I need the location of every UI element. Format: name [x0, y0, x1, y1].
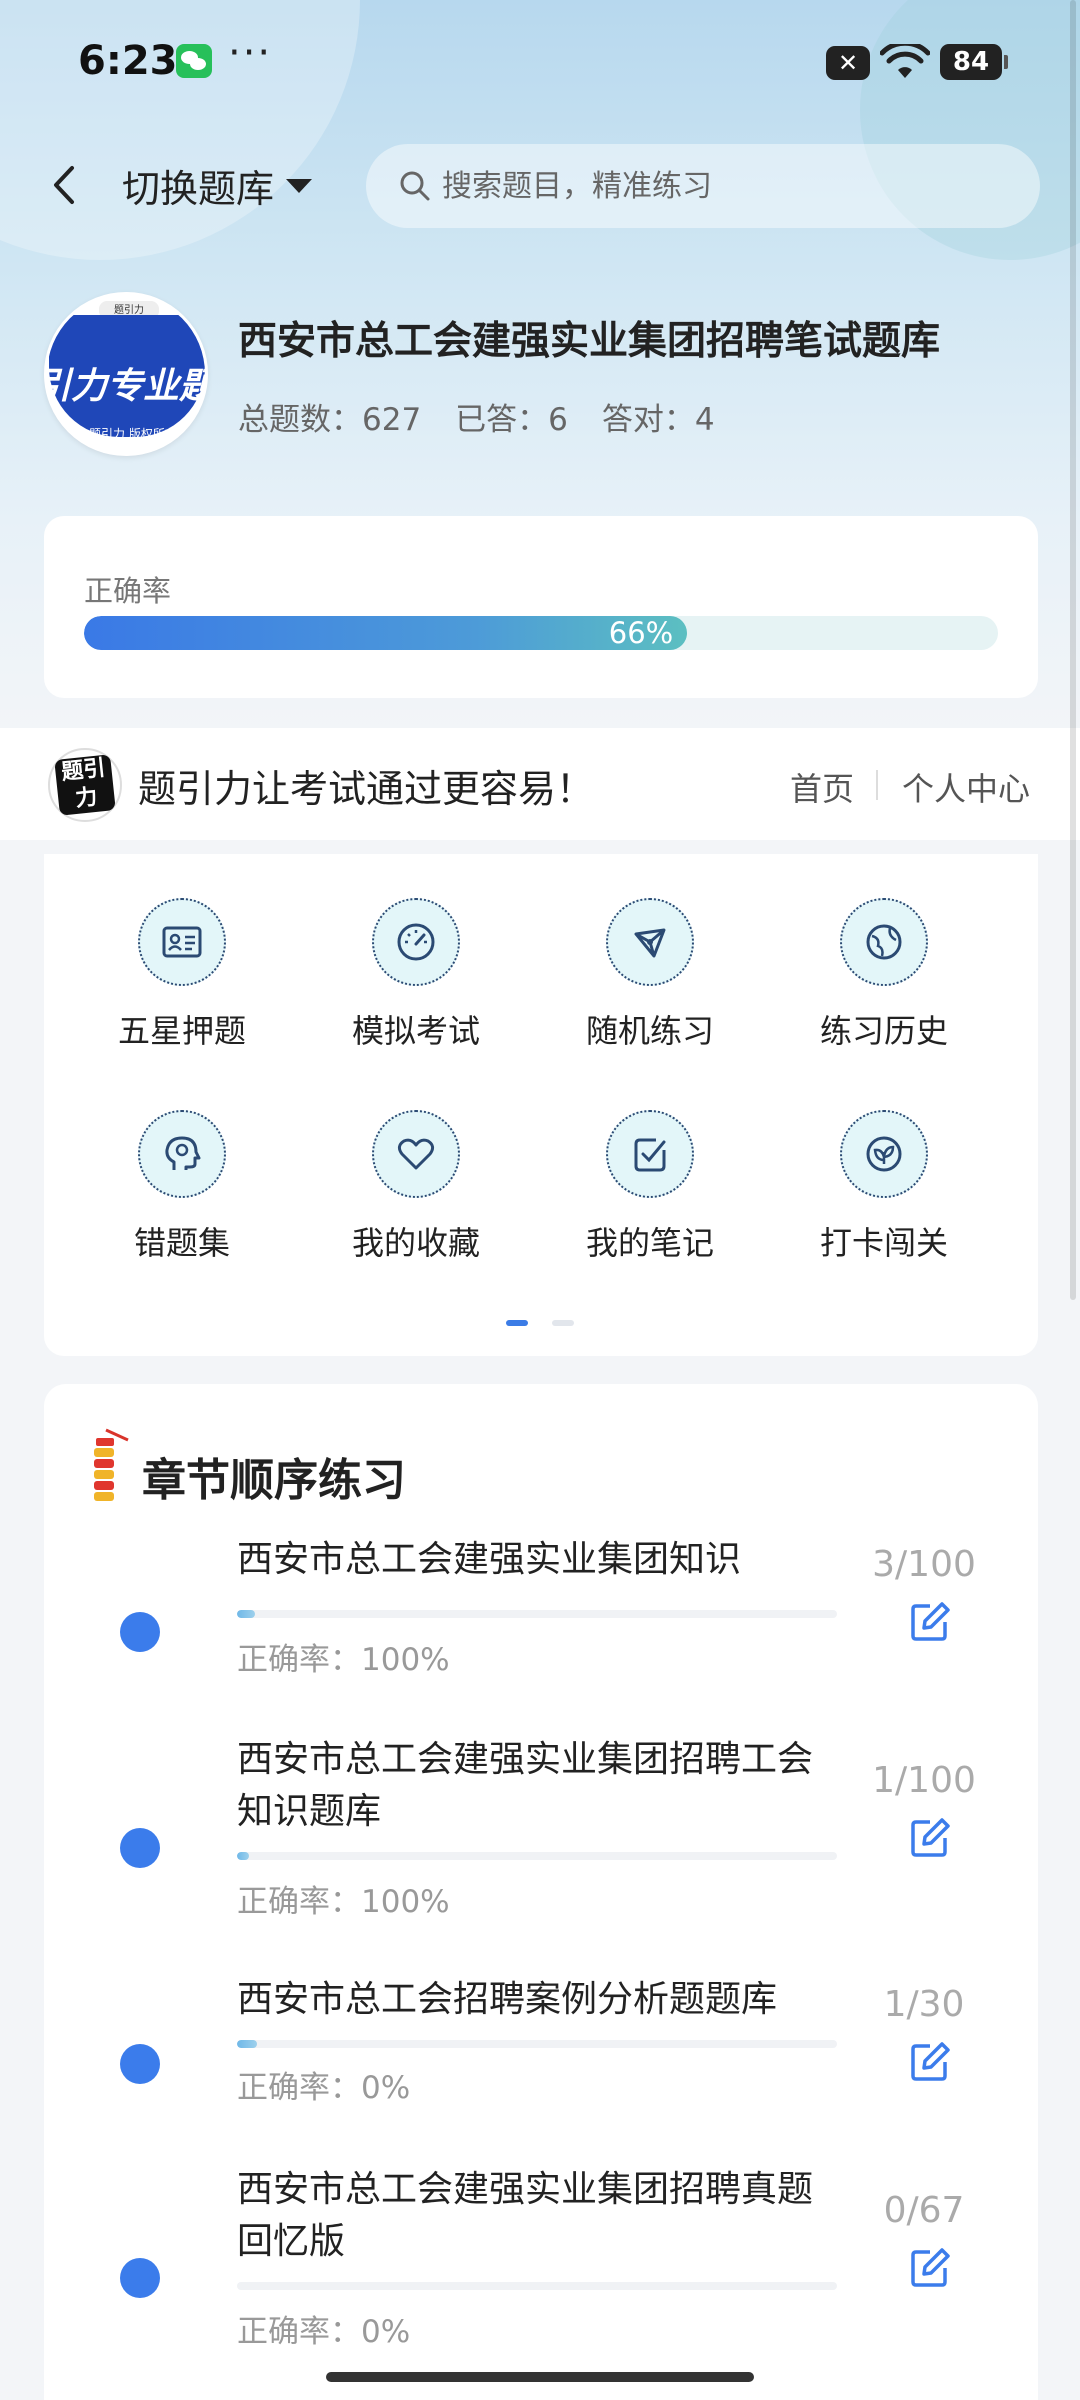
chapter-progress-fill — [237, 2040, 257, 2048]
chapter-name: 西安市总工会建强实业集团招聘真题回忆版 — [237, 2169, 814, 2262]
network-icon — [606, 898, 694, 986]
func-history[interactable]: 练习历史 — [784, 898, 984, 1052]
chapter-count: 1/100 — [872, 1760, 976, 1801]
func-label: 错题集 — [133, 1224, 230, 1262]
search-icon — [400, 171, 430, 201]
brand-slogan: 题引力让考试通过更容易！ — [138, 767, 595, 811]
func-label: 模拟考试 — [351, 1012, 480, 1050]
chapter-progress-bar — [237, 1852, 837, 1860]
chapter-practice-card: 章节顺序练习 西安市总工会建强实业集团知识 正确率：100% 3/100 西安市… — [44, 1384, 1038, 2400]
accuracy-card: 正确率 66% — [44, 516, 1038, 698]
chapter-progress-fill — [237, 1852, 249, 1860]
personal-center-link[interactable]: 个人中心 — [902, 764, 1030, 810]
wechat-notification-icon — [176, 44, 212, 78]
battery-indicator: 84 — [940, 44, 1008, 80]
chapter-accuracy: 正确率：0% — [237, 2314, 411, 2350]
chapter-name: 西安市总工会建强实业集团知识 — [237, 1539, 742, 1580]
wifi-icon — [880, 44, 930, 78]
func-mock-exam[interactable]: 模拟考试 — [316, 898, 516, 1052]
speedometer-icon — [372, 898, 460, 986]
switch-bank-dropdown[interactable]: 切换题库 — [122, 158, 313, 213]
firecracker-icon — [94, 1428, 129, 1501]
edit-icon[interactable] — [908, 2246, 952, 2290]
brand-banner: 题引力 题引力让考试通过更容易！ 首页 个人中心 — [0, 728, 1080, 840]
chapter-accuracy: 正确率：100% — [237, 1642, 450, 1678]
globe-icon — [840, 898, 928, 986]
leaf-badge-icon — [840, 1110, 928, 1198]
chapter-name: 西安市总工会招聘案例分析题题库 — [237, 1979, 778, 2020]
search-input[interactable] — [442, 168, 1002, 204]
func-random-practice[interactable]: 随机练习 — [550, 898, 750, 1052]
brand-logo: 题引力 — [48, 748, 122, 822]
chapter-bullet — [120, 2044, 160, 2084]
chapter-accuracy: 正确率：0% — [237, 2070, 411, 2106]
status-time: 6:23 — [78, 38, 178, 84]
chapter-name: 西安市总工会建强实业集团招聘工会知识题库 — [237, 1739, 814, 1832]
chapter-count: 1/30 — [883, 1984, 965, 2025]
heart-icon — [372, 1110, 460, 1198]
chapter-bullet — [120, 1612, 160, 1652]
chapter-progress-bar — [237, 1610, 837, 1618]
func-check-in[interactable]: 打卡闯关 — [784, 1110, 984, 1264]
chapter-section-title: 章节顺序练习 — [142, 1455, 406, 1506]
accuracy-label: 正确率 — [84, 574, 172, 608]
link-divider — [876, 770, 878, 800]
func-label: 随机练习 — [585, 1012, 714, 1050]
chapter-progress-bar — [237, 2282, 837, 2290]
page-dot-active[interactable] — [506, 1320, 528, 1326]
edit-icon[interactable] — [908, 1600, 952, 1644]
page-indicator — [506, 1320, 574, 1326]
chapter-progress-bar — [237, 2040, 837, 2048]
edit-icon[interactable] — [908, 1816, 952, 1860]
head-brain-icon — [138, 1110, 226, 1198]
bank-logo-text: 引力专业题 — [44, 366, 208, 407]
scrollbar[interactable] — [1070, 0, 1076, 1300]
edit-icon[interactable] — [908, 2040, 952, 2084]
nfc-icon: ✕ — [826, 46, 870, 80]
bank-stats: 总题数：627 已答：6 答对：4 — [238, 394, 749, 439]
accuracy-progress-bar: 66% — [84, 616, 998, 650]
stat-correct: 答对：4 — [601, 402, 715, 438]
chapter-progress-fill — [237, 1610, 255, 1618]
func-label: 打卡闯关 — [819, 1224, 948, 1262]
function-grid: 五星押题 模拟考试 随机练习 练习历史 错题集 我的收藏 我的笔记 打卡闯关 — [44, 854, 1038, 1356]
func-label: 五星押题 — [117, 1012, 246, 1050]
func-notes[interactable]: 我的笔记 — [550, 1110, 750, 1264]
func-favorites[interactable]: 我的收藏 — [316, 1110, 516, 1264]
accuracy-progress-fill: 66% — [84, 616, 688, 650]
id-card-icon — [138, 898, 226, 986]
status-bar: 6:23 ··· ✕ 84 — [0, 0, 1080, 126]
chapter-count: 0/67 — [883, 2190, 965, 2231]
accuracy-value: 66% — [608, 616, 674, 650]
func-label: 我的收藏 — [351, 1224, 480, 1262]
search-bar[interactable] — [366, 144, 1040, 228]
func-label: 练习历史 — [819, 1012, 948, 1050]
func-label: 我的笔记 — [585, 1224, 714, 1262]
chapter-bullet — [120, 1828, 160, 1868]
home-link[interactable]: 首页 — [790, 764, 854, 810]
bank-logo: 题引力 引力专业题 题引力 版权所有 — [44, 292, 208, 456]
chapter-accuracy: 正确率：100% — [237, 1884, 450, 1920]
page-dot[interactable] — [552, 1320, 574, 1326]
stat-total: 总题数：627 — [238, 402, 422, 438]
home-indicator[interactable] — [326, 2372, 754, 2382]
chapter-count: 3/100 — [872, 1544, 976, 1585]
note-check-icon — [606, 1110, 694, 1198]
stat-answered: 已答：6 — [455, 402, 568, 438]
func-five-star[interactable]: 五星押题 — [82, 898, 282, 1052]
brand-logo-text: 题引力 — [54, 754, 116, 816]
chapter-bullet — [120, 2258, 160, 2298]
switch-bank-label: 切换题库 — [122, 167, 275, 211]
back-arrow-icon[interactable] — [44, 160, 84, 210]
func-wrong-questions[interactable]: 错题集 — [82, 1110, 282, 1264]
caret-down-icon — [286, 178, 313, 193]
bank-title: 西安市总工会建强实业集团招聘笔试题库 — [238, 319, 941, 364]
more-notifications-icon: ··· — [228, 30, 273, 76]
bank-logo-caption: 题引力 版权所有 — [89, 427, 177, 441]
